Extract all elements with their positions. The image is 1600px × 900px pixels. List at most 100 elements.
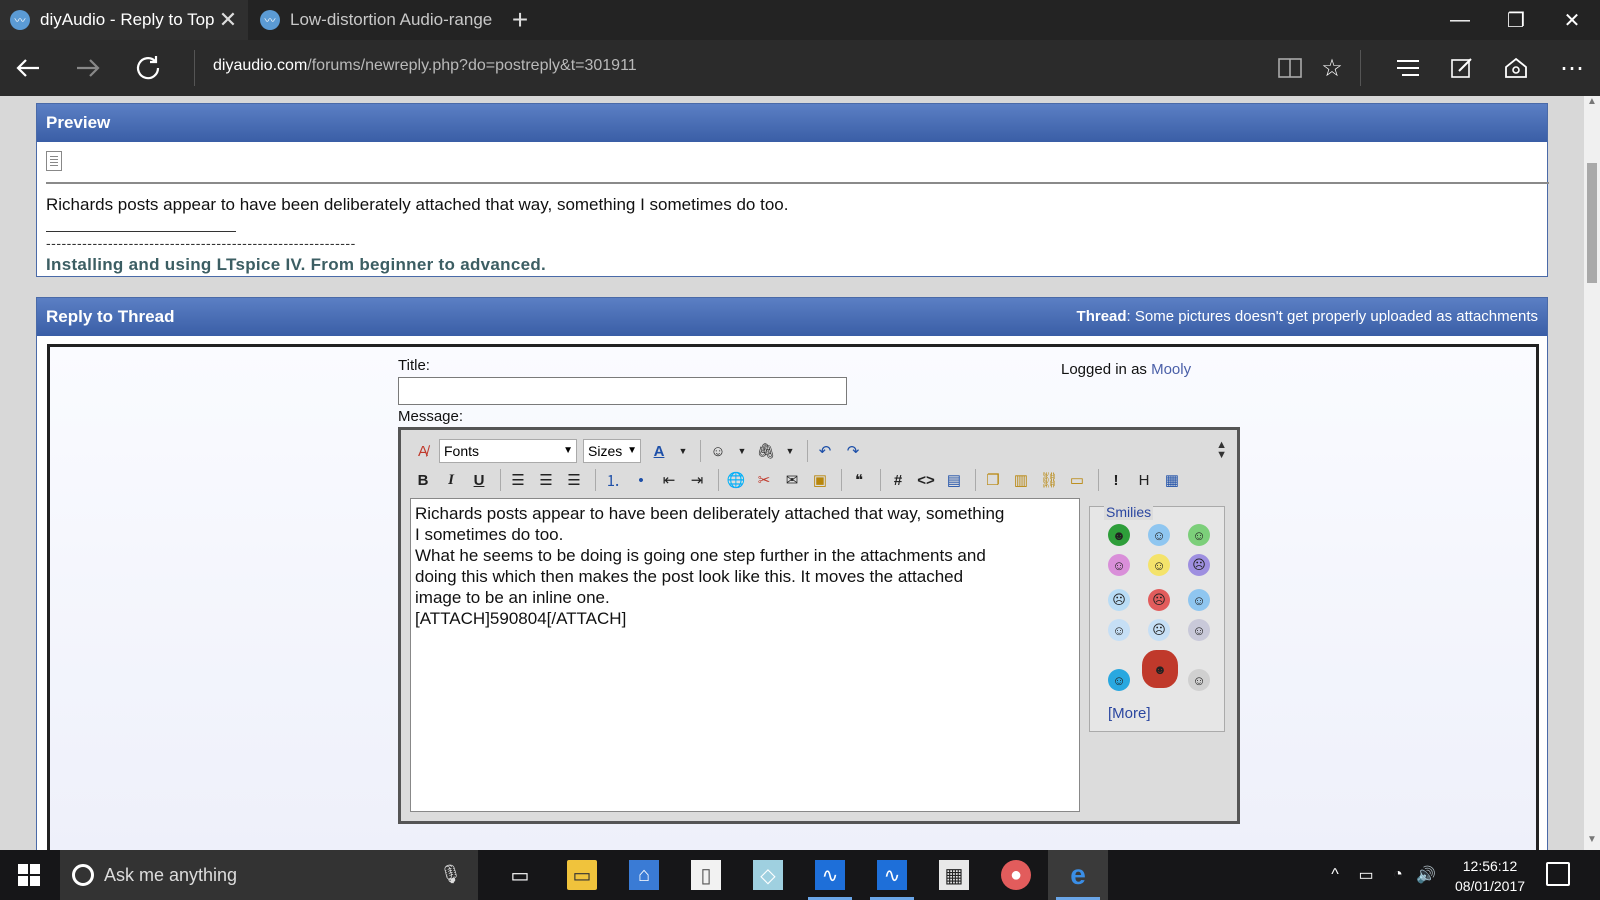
scroll-down-icon[interactable]: ▼ <box>1584 834 1600 848</box>
insert-image-icon[interactable]: ▣ <box>808 468 832 492</box>
redo-icon[interactable]: ↷ <box>841 439 865 463</box>
film-icon[interactable]: H <box>1132 468 1156 492</box>
align-center-icon[interactable]: ☰ <box>534 468 558 492</box>
bank-app-button[interactable]: ⌂ <box>614 850 674 900</box>
align-right-icon[interactable]: ☰ <box>562 468 586 492</box>
new-tab-button[interactable]: + <box>508 4 532 36</box>
link-chain-icon[interactable]: ⛓ <box>1037 468 1061 492</box>
app-button[interactable]: ◇ <box>738 850 798 900</box>
text-color-icon[interactable]: A <box>647 439 671 463</box>
edge-browser-button[interactable]: e <box>1048 850 1108 900</box>
book-icon[interactable]: ▥ <box>1009 468 1033 492</box>
smiley-icon[interactable]: ☹ <box>1148 589 1170 611</box>
reading-view-button[interactable] <box>1272 50 1308 86</box>
sizes-dropdown[interactable]: Sizes ▼ <box>583 439 641 463</box>
battery-icon[interactable]: ▭ <box>1354 850 1378 900</box>
show-hidden-icons-button[interactable]: ^ <box>1324 850 1346 900</box>
system-clock[interactable]: 12:56:12 08/01/2017 <box>1446 856 1534 896</box>
tab-low-distortion[interactable]: 〰 Low-distortion Audio-range <box>250 0 500 40</box>
title-input[interactable] <box>398 377 847 405</box>
smiley-insert-icon[interactable]: ☺ <box>706 439 730 463</box>
back-button[interactable] <box>8 48 48 88</box>
chevron-down-icon[interactable]: ▼ <box>675 439 691 463</box>
html-code-icon[interactable]: <> <box>914 468 938 492</box>
smiley-icon[interactable]: ☹ <box>1188 554 1210 576</box>
smiley-icon[interactable]: ☺ <box>1188 669 1210 691</box>
table-icon[interactable]: ▦ <box>1160 468 1184 492</box>
smiley-icon[interactable]: ☺ <box>1188 619 1210 641</box>
smiley-icon[interactable]: ☺ <box>1148 554 1170 576</box>
italic-icon[interactable]: I <box>439 468 463 492</box>
web-note-button[interactable] <box>1444 50 1480 86</box>
quote-icon[interactable]: ❝ <box>847 468 871 492</box>
hub-button[interactable] <box>1390 50 1426 86</box>
page-scrollbar[interactable]: ▲ ▼ <box>1584 96 1600 850</box>
chevron-up-icon: ^ <box>1331 866 1339 883</box>
share-button[interactable] <box>1498 50 1534 86</box>
smiley-icon[interactable]: ☺ <box>1108 554 1130 576</box>
smiley-icon[interactable]: ☺ <box>1188 589 1210 611</box>
smiley-icon[interactable]: ☹ <box>1148 619 1170 641</box>
minimize-button[interactable]: — <box>1432 0 1488 40</box>
resize-editor-icon[interactable]: ▲ ▼ <box>1216 440 1227 461</box>
wifi-icon[interactable]: ◔ <box>1386 850 1410 900</box>
smiley-icon[interactable]: ☺ <box>1108 619 1130 641</box>
code-hash-icon[interactable]: # <box>886 468 910 492</box>
smiley-icon[interactable]: ☺ <box>1148 524 1170 546</box>
reindeer-smiley-icon[interactable]: ☻ <box>1142 650 1178 688</box>
unordered-list-icon[interactable]: • <box>629 468 653 492</box>
remove-link-icon[interactable]: ✂ <box>752 468 776 492</box>
start-button[interactable] <box>0 850 58 900</box>
insert-email-icon[interactable]: ✉ <box>780 468 804 492</box>
scrollbar-thumb[interactable] <box>1587 163 1597 283</box>
notepad-button[interactable]: ▯ <box>676 850 736 900</box>
calculator-button[interactable]: ▦ <box>924 850 984 900</box>
more-smilies-link[interactable]: [More] <box>1108 705 1151 722</box>
more-button[interactable]: ⋯ <box>1554 50 1590 86</box>
pen-note-icon <box>1451 58 1472 78</box>
attachment-icon[interactable]: 🖇 <box>754 439 778 463</box>
php-code-icon[interactable]: ▤ <box>942 468 966 492</box>
address-field[interactable]: diyaudio.com/forums/newreply.php?do=post… <box>213 57 637 75</box>
fonts-dropdown[interactable]: Fonts ▼ <box>439 439 577 463</box>
smiley-icon[interactable]: ☻ <box>1108 524 1130 546</box>
action-center-icon[interactable] <box>1546 862 1570 886</box>
copy-icon[interactable]: ❐ <box>981 468 1005 492</box>
indent-icon[interactable]: ⇥ <box>685 468 709 492</box>
ordered-list-icon[interactable]: ⒈ <box>601 468 625 492</box>
favorite-button[interactable]: ☆ <box>1314 50 1350 86</box>
exclamation-icon[interactable]: ! <box>1104 468 1128 492</box>
chevron-down-icon[interactable]: ▼ <box>782 439 798 463</box>
align-left-icon[interactable]: ☰ <box>506 468 530 492</box>
smiley-icon[interactable]: ☺ <box>1108 669 1130 691</box>
ltspice-xvii-button[interactable]: ∿ <box>862 850 922 900</box>
tag-icon[interactable]: ▭ <box>1065 468 1089 492</box>
remove-format-icon[interactable]: A̸ <box>411 439 435 463</box>
scroll-up-icon[interactable]: ▲ <box>1584 96 1600 110</box>
microphone-icon[interactable]: 🎙 <box>439 864 462 885</box>
signature-link[interactable]: Installing and using LTspice IV. From be… <box>46 255 546 275</box>
task-view-button[interactable]: ▭ <box>490 850 550 900</box>
refresh-button[interactable] <box>128 48 168 88</box>
undo-icon[interactable]: ↶ <box>813 439 837 463</box>
outdent-icon[interactable]: ⇤ <box>657 468 681 492</box>
close-window-button[interactable]: ✕ <box>1544 0 1600 40</box>
smiley-icon[interactable]: ☺ <box>1188 524 1210 546</box>
file-explorer-button[interactable]: ▭ <box>552 850 612 900</box>
underline-icon[interactable]: U <box>467 468 491 492</box>
close-tab-icon[interactable]: ✕ <box>218 7 238 33</box>
insert-link-icon[interactable]: 🌐 <box>724 468 748 492</box>
smiley-icon[interactable]: ☹ <box>1108 589 1130 611</box>
username-link[interactable]: Mooly <box>1151 361 1191 378</box>
volume-icon[interactable]: 🔊 <box>1414 850 1438 900</box>
message-textarea[interactable]: Richards posts appear to have been delib… <box>410 498 1080 812</box>
cortana-search-box[interactable]: Ask me anything 🎙 <box>60 850 478 900</box>
app-button[interactable]: ● <box>986 850 1046 900</box>
bold-icon[interactable]: B <box>411 468 435 492</box>
tab-diyaudio-reply[interactable]: 〰 diyAudio - Reply to Top ✕ <box>0 0 248 40</box>
chevron-down-icon[interactable]: ▼ <box>734 439 750 463</box>
restore-button[interactable]: ❐ <box>1488 0 1544 40</box>
forward-button[interactable] <box>68 48 108 88</box>
ltspice-iv-button[interactable]: ∿ <box>800 850 860 900</box>
editor-toolbar-row-2: B I U ☰ ☰ ☰ ⒈ • ⇤ ⇥ 🌐 ✂ ✉ ▣ ❝ # <> ▤ ❐ ▥… <box>411 467 1188 493</box>
